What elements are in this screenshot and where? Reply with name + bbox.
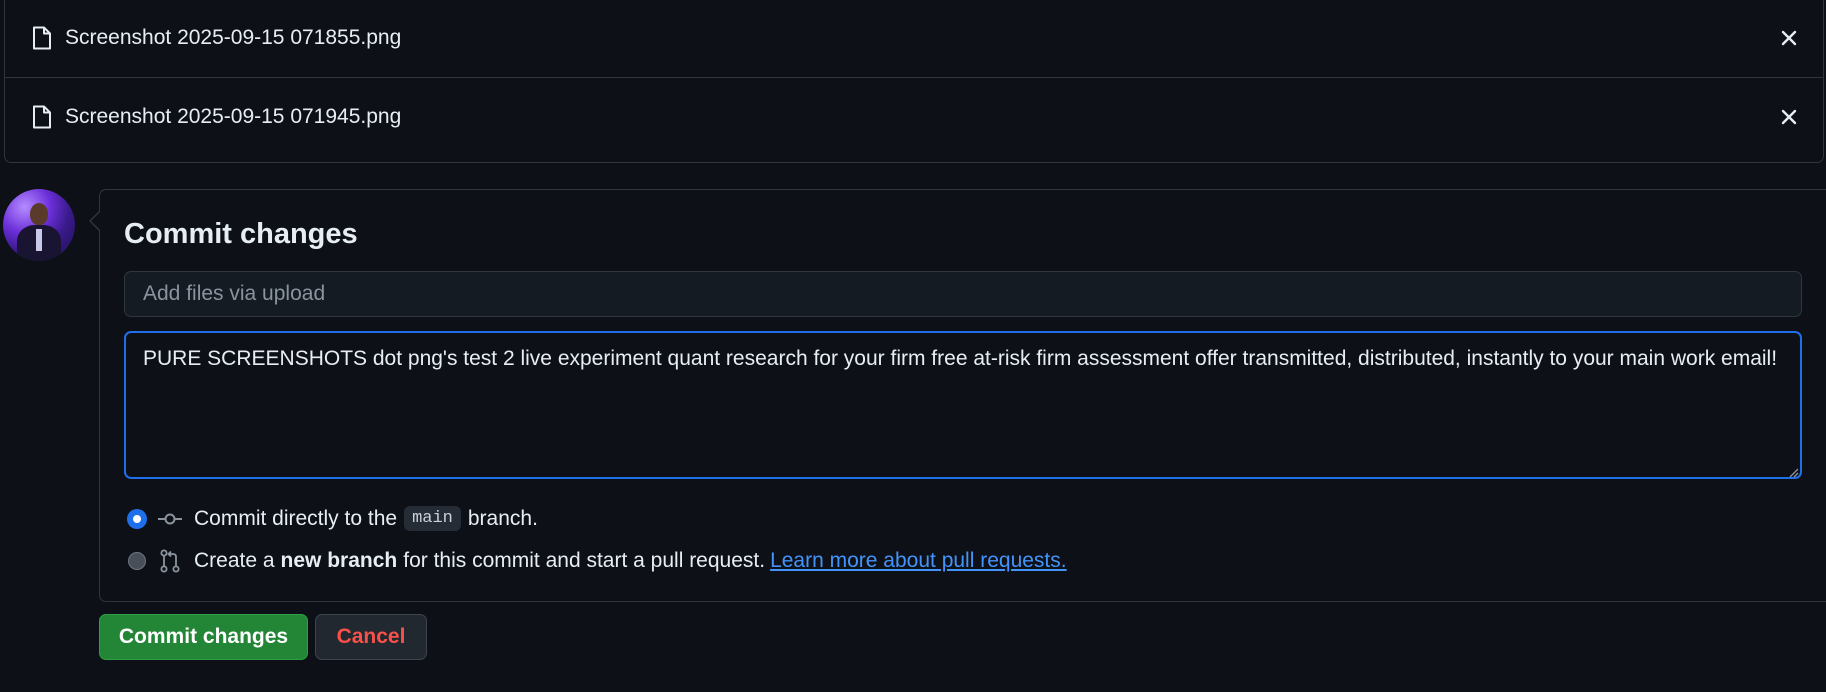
learn-more-link[interactable]: Learn more about pull requests. <box>770 549 1067 573</box>
commit-direct-radio[interactable] <box>128 509 146 528</box>
commit-description-textarea[interactable]: PURE SCREENSHOTS dot png's test 2 live e… <box>124 331 1802 479</box>
commit-direct-suffix: branch. <box>467 506 538 530</box>
avatar-tie <box>36 229 42 251</box>
commit-summary-input[interactable] <box>124 271 1802 317</box>
cancel-button[interactable]: Cancel <box>315 614 427 660</box>
close-icon <box>1781 109 1797 124</box>
file-icon <box>31 26 53 50</box>
close-icon <box>1781 30 1797 46</box>
new-branch-radio[interactable] <box>128 552 146 570</box>
file-row: Screenshot 2025-09-15 071855.png <box>5 0 1823 77</box>
avatar-head <box>30 203 48 225</box>
new-branch-option[interactable]: Create a new branch for this commit and … <box>128 549 1067 573</box>
remove-file-button[interactable] <box>1777 105 1801 129</box>
new-branch-suffix: for this commit and start a pull request… <box>403 549 766 572</box>
file-name: Screenshot 2025-09-15 071855.png <box>65 26 402 49</box>
commit-changes-button[interactable]: Commit changes <box>99 614 308 660</box>
branch-name-badge: main <box>404 506 461 531</box>
git-pull-request-icon <box>158 549 182 573</box>
remove-file-button[interactable] <box>1777 26 1801 50</box>
file-row: Screenshot 2025-09-15 071945.png <box>5 77 1823 155</box>
commit-direct-prefix: Commit directly to the <box>194 506 398 530</box>
file-icon <box>31 105 53 129</box>
new-branch-prefix: Create a <box>194 549 275 572</box>
resize-handle-icon[interactable] <box>1787 465 1799 478</box>
avatar[interactable] <box>3 189 75 261</box>
commit-box-pointer-inner <box>91 211 101 231</box>
commit-title: Commit changes <box>124 218 358 250</box>
git-commit-icon <box>158 507 182 531</box>
uploaded-files-list: Screenshot 2025-09-15 071855.png Screens… <box>4 0 1824 163</box>
file-name: Screenshot 2025-09-15 071945.png <box>65 104 402 128</box>
commit-direct-option[interactable]: Commit directly to the main branch. <box>128 506 538 531</box>
new-branch-bold: new branch <box>280 549 398 572</box>
